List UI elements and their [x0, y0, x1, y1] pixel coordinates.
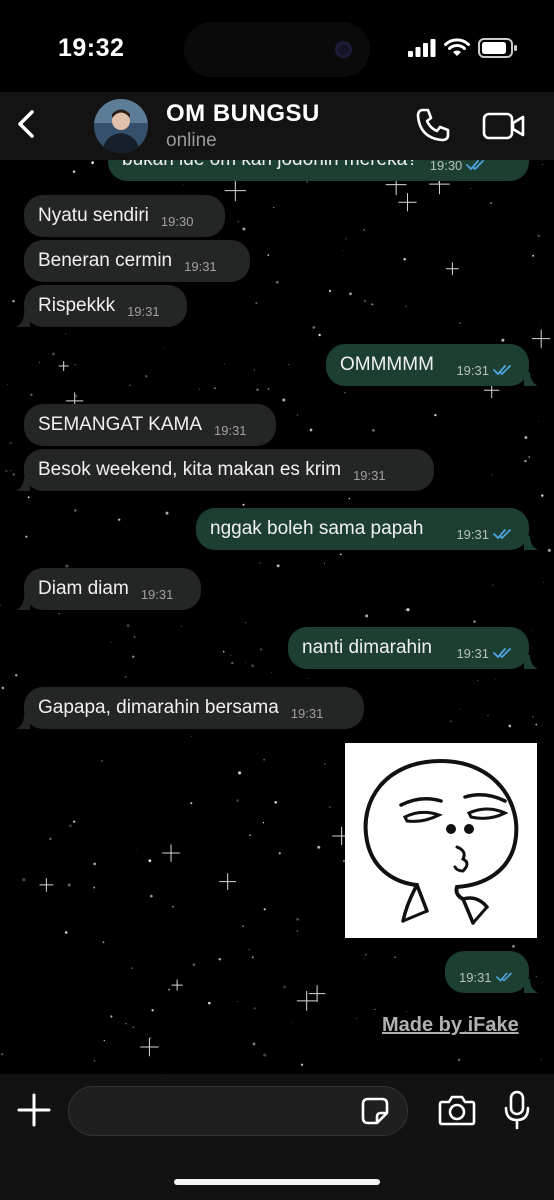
- message-time: 19:31: [140, 586, 174, 602]
- battery-icon: [478, 38, 517, 58]
- wifi-icon: [444, 38, 470, 56]
- message-incoming[interactable]: Beneran cermin 19:31: [24, 240, 250, 282]
- message-time: 19:31: [290, 705, 324, 721]
- message-outgoing[interactable]: nggak boleh sama papah 19:31: [196, 508, 529, 550]
- mic-icon[interactable]: [504, 1090, 530, 1130]
- message-outgoing[interactable]: bukan ide om kan jodohin mereka? 19:30: [108, 160, 529, 181]
- message-time: 19:31: [459, 969, 492, 985]
- message-time: 19:31: [353, 467, 386, 483]
- camera-icon[interactable]: [438, 1094, 476, 1126]
- sticker-image[interactable]: [345, 743, 537, 938]
- message-time: 19:30: [429, 160, 463, 173]
- message-text: SEMANGAT KAMA: [38, 414, 202, 435]
- message-text: nggak boleh sama papah: [210, 518, 424, 539]
- read-ticks-icon: [493, 648, 511, 659]
- read-ticks-icon: [466, 160, 485, 171]
- message-incoming[interactable]: Besok weekend, kita makan es krim 19:31: [24, 449, 434, 491]
- video-icon[interactable]: [482, 110, 526, 142]
- message-time: 19:31: [456, 645, 489, 661]
- bubble-tail: [524, 655, 538, 669]
- message-text: OMMMMM: [340, 354, 434, 375]
- message-outgoing[interactable]: OMMMMM 19:31: [326, 344, 529, 386]
- plus-icon[interactable]: [16, 1092, 52, 1128]
- message-incoming[interactable]: SEMANGAT KAMA 19:31: [24, 404, 276, 446]
- chat-header: OM BUNGSU online: [0, 92, 554, 160]
- cellular-signal-icon: [408, 39, 436, 57]
- message-text: bukan ide om kan jodohin mereka?: [122, 160, 418, 171]
- message-text: Rispekkk: [38, 295, 116, 316]
- message-input[interactable]: [68, 1086, 408, 1136]
- contact-name[interactable]: OM BUNGSU: [166, 100, 320, 128]
- message-outgoing[interactable]: nanti dimarahin 19:31: [288, 627, 529, 669]
- home-indicator: [174, 1179, 380, 1185]
- message-text: Diam diam: [38, 578, 129, 599]
- message-text: Gapapa, dimarahin bersama: [38, 697, 279, 718]
- composer-bar: [0, 1074, 554, 1200]
- bubble-tail: [524, 372, 538, 386]
- chat-area[interactable]: bukan ide om kan jodohin mereka? 19:30 N…: [0, 160, 554, 1074]
- dynamic-island: [184, 22, 370, 77]
- message-incoming[interactable]: Diam diam 19:31: [24, 568, 201, 610]
- watermark-link[interactable]: Made by iFake: [382, 1014, 519, 1037]
- bubble-tail: [16, 596, 30, 610]
- back-icon[interactable]: [12, 106, 42, 142]
- status-time: 19:32: [58, 34, 125, 62]
- message-time: 19:31: [127, 303, 160, 319]
- phone-icon[interactable]: [414, 106, 452, 144]
- read-ticks-icon: [493, 529, 511, 540]
- bubble-tail: [524, 979, 538, 993]
- message-text: Beneran cermin: [38, 250, 173, 271]
- message-text: Besok weekend, kita makan es krim: [38, 459, 342, 480]
- status-bar: 19:32: [0, 0, 554, 92]
- bubble-tail: [524, 536, 538, 550]
- message-time: 19:31: [456, 362, 489, 378]
- message-text: nanti dimarahin: [302, 637, 432, 658]
- bubble-tail: [16, 477, 30, 491]
- message-incoming[interactable]: Gapapa, dimarahin bersama 19:31: [24, 687, 364, 729]
- read-ticks-icon: [495, 972, 512, 982]
- bubble-tail: [16, 715, 30, 729]
- message-time: 19:31: [214, 422, 247, 438]
- message-text: Nyatu sendiri: [38, 205, 149, 226]
- message-incoming[interactable]: Nyatu sendiri 19:30: [24, 195, 225, 237]
- contact-status: online: [166, 130, 217, 151]
- bubble-tail: [16, 313, 30, 327]
- message-time: 19:31: [456, 526, 489, 542]
- message-time: 19:30: [160, 213, 194, 229]
- read-ticks-icon: [493, 365, 511, 376]
- contact-avatar[interactable]: [94, 99, 148, 153]
- message-incoming[interactable]: Rispekkk 19:31: [24, 285, 187, 327]
- message-outgoing[interactable]: 19:31: [445, 951, 529, 993]
- message-time: 19:31: [184, 258, 217, 274]
- sticker-icon[interactable]: [360, 1096, 390, 1126]
